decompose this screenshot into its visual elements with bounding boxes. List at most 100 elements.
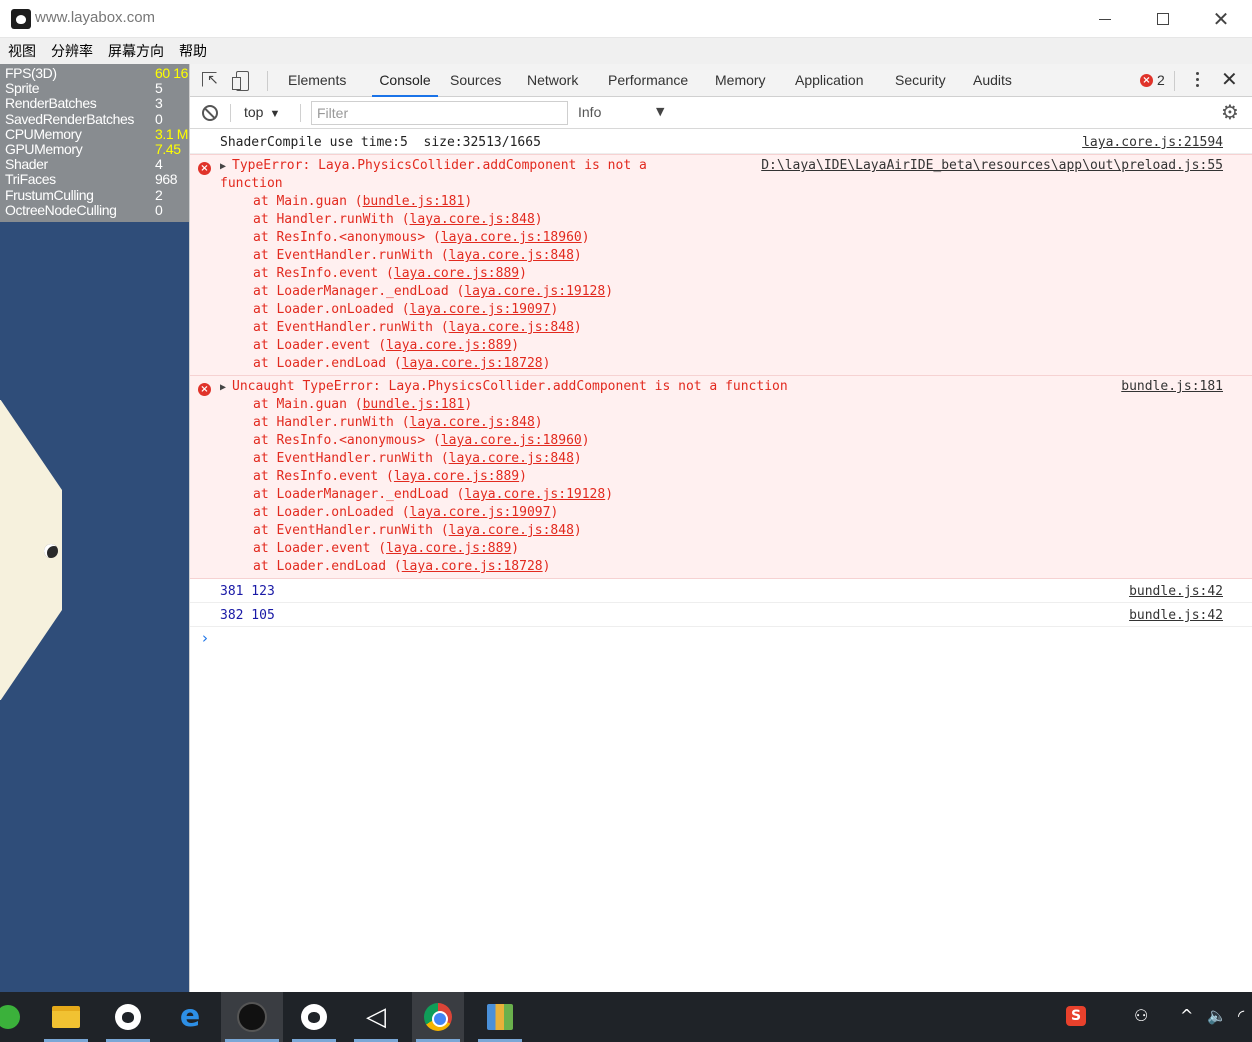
tab-console[interactable]: Console [372,64,438,97]
frame-location-link[interactable]: laya.core.js:19128 [464,487,605,502]
stack-frame: at Loader.endLoad (laya.core.js:18728) [253,559,551,574]
frame-location-link[interactable]: laya.core.js:848 [410,415,535,430]
frame-location-link[interactable]: laya.core.js:19097 [410,302,551,317]
volume-icon[interactable]: 🔈 [1207,1006,1227,1026]
maximize-button[interactable] [1134,0,1192,38]
close-icon: ✕ [1212,7,1230,31]
error-text-continued: function [220,176,283,191]
source-link[interactable]: bundle.js:181 [1121,378,1223,396]
chevron-up-icon[interactable]: ^ [1180,1006,1193,1026]
sogou-ime-icon[interactable]: S [1066,1006,1086,1026]
log-level-selector[interactable]: Info [578,104,601,120]
source-link[interactable]: bundle.js:42 [1129,607,1223,625]
stack-frame: at Main.guan (bundle.js:181) [253,397,473,412]
stat-value: 968 [155,171,178,188]
taskbar-app[interactable] [412,992,464,1042]
frame-location-link[interactable]: laya.core.js:848 [449,523,574,538]
stat-label: TriFaces [5,171,56,188]
clear-console-icon[interactable] [202,105,218,121]
taskbar-app[interactable] [474,992,526,1042]
frame-location-link[interactable]: laya.core.js:889 [394,266,519,281]
taskbar-app[interactable] [0,992,34,1042]
menu-bar: 视图 分辨率 屏幕方向 帮助 [0,38,1252,64]
frame-function: at Loader.onLoaded [253,302,394,317]
minimize-button[interactable] [1076,0,1134,38]
taskbar-app[interactable] [40,992,92,1042]
frame-location-link[interactable]: laya.core.js:18728 [402,559,543,574]
taskbar-app[interactable] [288,992,340,1042]
frame-location-link[interactable]: bundle.js:181 [363,194,465,209]
inspect-element-icon[interactable] [200,70,222,92]
minimize-icon [1099,18,1111,20]
frame-function: at Loader.event [253,338,371,353]
frame-function: at EventHandler.runWith [253,248,434,263]
stat-value: 0 [155,201,163,218]
stack-trace: at Main.guan (bundle.js:181) at Handler.r… [190,193,1252,373]
window-title: www.layabox.com [35,9,156,26]
frame-function: at ResInfo.<anonymous> [253,433,426,448]
menu-help[interactable]: 帮助 [179,41,207,61]
network-icon[interactable]: ◜ [1238,1006,1244,1026]
tab-network[interactable]: Network [527,64,578,97]
error-count-badge[interactable]: × 2 [1140,72,1165,88]
console-prompt-row[interactable]: › [190,627,1252,653]
laya-ide-2-icon [301,1004,327,1030]
frame-function: at Loader.endLoad [253,356,387,371]
frame-location-link[interactable]: laya.core.js:18728 [402,356,543,371]
chevron-down-icon[interactable]: ▼ [656,105,664,118]
tab-security[interactable]: Security [895,64,946,97]
frame-function: at EventHandler.runWith [253,320,434,335]
source-link[interactable]: bundle.js:42 [1129,583,1223,601]
source-link[interactable]: laya.core.js:21594 [1082,134,1223,152]
frame-function: at Main.guan [253,397,347,412]
source-link[interactable]: D:\laya\IDE\LayaAirIDE_beta\resources\ap… [761,157,1223,175]
frame-location-link[interactable]: laya.core.js:848 [449,451,574,466]
device-toolbar-icon[interactable] [232,70,254,92]
frame-function: at Handler.runWith [253,212,394,227]
filter-input[interactable]: Filter [311,101,568,125]
people-icon[interactable]: ⚇ [1134,1006,1148,1026]
menu-view[interactable]: 视图 [8,41,36,61]
context-selector[interactable]: top ▼ [244,104,280,120]
tab-audits[interactable]: Audits [973,64,1012,97]
tab-sources[interactable]: Sources [450,64,501,97]
tab-performance[interactable]: Performance [608,64,688,97]
stack-frame: at Handler.runWith (laya.core.js:848) [253,212,543,227]
stack-frame: at LoaderManager._endLoad (laya.core.js:… [253,284,614,299]
frame-location-link[interactable]: laya.core.js:18960 [441,433,582,448]
browser-360-icon [0,1005,20,1029]
frame-function: at Main.guan [253,194,347,209]
close-devtools-icon[interactable]: ✕ [1221,69,1238,89]
frame-location-link[interactable]: laya.core.js:18960 [441,230,582,245]
frame-location-link[interactable]: laya.core.js:848 [410,212,535,227]
frame-location-link[interactable]: laya.core.js:848 [449,320,574,335]
frame-location-link[interactable]: laya.core.js:19097 [410,505,551,520]
stack-frame: at ResInfo.event (laya.core.js:889) [253,266,527,281]
stat-value: 2 [155,186,163,203]
tab-application[interactable]: Application [795,64,864,97]
frame-function: at EventHandler.runWith [253,451,434,466]
frame-location-link[interactable]: laya.core.js:19128 [464,284,605,299]
expand-triangle-icon[interactable]: ▶ [220,158,232,176]
expand-triangle-icon[interactable]: ▶ [220,379,232,397]
game-canvas[interactable]: FPS(3D) 60 16 Sprite 5 RenderBatches 3 SavedRe… [0,64,189,992]
gear-icon[interactable]: ⚙ [1221,102,1239,122]
close-window-button[interactable]: ✕ [1192,0,1250,38]
frame-location-link[interactable]: laya.core.js:889 [386,541,511,556]
tab-memory[interactable]: Memory [715,64,766,97]
frame-location-link[interactable]: laya.core.js:848 [449,248,574,263]
frame-location-link[interactable]: laya.core.js:889 [386,338,511,353]
more-options-icon[interactable] [1190,72,1204,90]
menu-resolution[interactable]: 分辨率 [51,41,93,61]
menu-orientation[interactable]: 屏幕方向 [108,41,164,61]
frame-location-link[interactable]: laya.core.js:889 [394,469,519,484]
taskbar-app[interactable]: ◁ [350,992,402,1042]
tab-elements[interactable]: Elements [288,64,346,97]
taskbar-app[interactable] [221,992,283,1042]
stat-value: 3 [155,95,163,112]
taskbar-app[interactable]: e [164,992,216,1042]
taskbar-app[interactable] [102,992,154,1042]
console-error: × ▶ Uncaught TypeError: Laya.PhysicsColli… [190,376,1252,579]
stat-row: Sprite 5 [5,81,189,96]
frame-location-link[interactable]: bundle.js:181 [363,397,465,412]
